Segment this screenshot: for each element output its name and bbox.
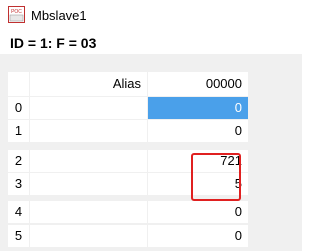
alias-cell[interactable] — [30, 201, 147, 223]
register-value-cell[interactable]: 0 — [148, 97, 248, 119]
title-bar[interactable]: POC Mbslave1 — [0, 0, 302, 32]
row-header[interactable]: 3 — [8, 173, 29, 195]
svg-text:POC: POC — [11, 9, 22, 15]
register-value-cell[interactable]: 0 — [148, 120, 248, 142]
row-header[interactable]: 1 — [8, 120, 29, 142]
status-line: ID = 1: F = 03 — [10, 35, 97, 51]
register-value-cell[interactable]: 0 — [148, 201, 248, 223]
annotation-highlight-box — [191, 153, 241, 201]
register-grid: Alias 00000 0 0 1 0 2 721 3 5 4 0 5 0 — [8, 72, 302, 251]
alias-cell[interactable] — [30, 120, 147, 142]
alias-cell[interactable] — [30, 173, 147, 195]
row-header[interactable]: 0 — [8, 97, 29, 119]
column-header-register[interactable]: 00000 — [148, 72, 248, 96]
alias-cell[interactable] — [30, 225, 147, 247]
column-header-alias[interactable]: Alias — [30, 72, 147, 96]
alias-cell[interactable] — [30, 150, 147, 172]
window-title: Mbslave1 — [31, 8, 87, 23]
grid-empty-area — [249, 72, 302, 251]
row-header[interactable]: 2 — [8, 150, 29, 172]
row-header[interactable]: 5 — [8, 225, 29, 247]
register-value-cell[interactable]: 0 — [148, 225, 248, 247]
row-header[interactable]: 4 — [8, 201, 29, 223]
alias-cell[interactable] — [30, 97, 147, 119]
modbus-slave-app-icon: POC — [8, 6, 25, 23]
grid-corner[interactable] — [8, 72, 29, 96]
